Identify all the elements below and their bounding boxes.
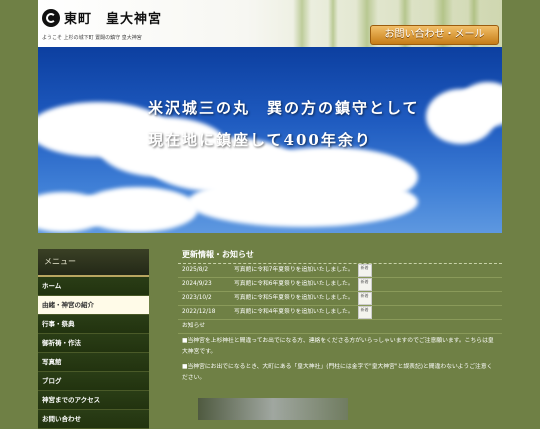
menu-heading: メニュー — [38, 249, 149, 277]
notice-paragraph: ■当神宮にお出でになるとき、大町にある「皇大神社」(門柱には金字で"皇大神宮"と… — [182, 364, 493, 381]
bamboo-decoration — [293, 0, 311, 47]
hero-text-line-1: 米沢城三の丸 巽の方の鎮守として — [148, 99, 420, 117]
new-badge: 新着 — [357, 306, 372, 319]
site-header: 東町 皇大神宮 ようこそ 上杉の城下町 置賜の鎮守 皇大神宮 お問い合わせ・メー… — [38, 0, 502, 47]
contact-button[interactable]: お問い合わせ・メール — [370, 25, 499, 45]
news-link[interactable]: 写真館に令和6年夏祭りを追加いたしました。 — [234, 278, 354, 291]
news-heading: 更新情報・お知らせ — [178, 249, 502, 264]
news-row[interactable]: 2023/10/2 写真館に令和5年夏祭りを追加いたしました。 新着 — [178, 292, 502, 306]
shrine-photo — [198, 398, 348, 420]
news-date: 2024/9/23 — [182, 281, 212, 287]
new-badge: 新着 — [357, 292, 372, 305]
news-row[interactable]: 2025/8/2 写真館に令和7年夏祭りを追加いたしました。 新着 — [178, 264, 502, 278]
hero-banner: 米沢城三の丸 巽の方の鎮守として 現在地に鎮座して400年余り — [38, 47, 502, 233]
site-name: 東町 皇大神宮 — [64, 12, 163, 27]
menu-item-prayer[interactable]: 御祈祷・作法 — [38, 334, 149, 353]
site-tagline: ようこそ 上杉の城下町 置賜の鎮守 皇大神宮 — [42, 35, 142, 41]
notice-heading: お知らせ — [178, 320, 502, 334]
news-row[interactable]: 2024/9/23 写真館に令和6年夏祭りを追加いたしました。 新着 — [178, 278, 502, 292]
menu-item-photos[interactable]: 写真館 — [38, 353, 149, 372]
news-date: 2022/12/18 — [182, 309, 216, 315]
menu-item-home[interactable]: ホーム — [38, 277, 149, 296]
sidebar-menu: メニュー ホーム 由緒・神宮の紹介 行事・祭典 御祈祷・作法 写真館 ブログ 神… — [38, 249, 149, 429]
menu-item-history[interactable]: 由緒・神宮の紹介 — [38, 296, 149, 315]
news-link[interactable]: 写真館に令和4年夏祭りを追加いたしました。 — [234, 306, 354, 319]
tomoe-crest-icon — [42, 8, 60, 27]
new-badge: 新着 — [357, 278, 372, 291]
news-row[interactable]: 2022/12/18 写真館に令和4年夏祭りを追加いたしました。 新着 — [178, 306, 502, 320]
bamboo-decoration — [328, 0, 338, 47]
menu-item-events[interactable]: 行事・祭典 — [38, 315, 149, 334]
new-badge: 新着 — [357, 264, 372, 277]
site-logo[interactable]: 東町 皇大神宮 — [42, 8, 162, 27]
menu-item-access[interactable]: 神宮までのアクセス — [38, 391, 149, 410]
hero-text-line-2: 現在地に鎮座して400年余り — [148, 131, 372, 149]
news-link[interactable]: 写真館に令和7年夏祭りを追加いたしました。 — [234, 264, 354, 277]
menu-item-blog[interactable]: ブログ — [38, 372, 149, 391]
cloud-decoration — [188, 177, 418, 227]
page: 東町 皇大神宮 ようこそ 上杉の城下町 置賜の鎮守 皇大神宮 お問い合わせ・メー… — [38, 0, 502, 429]
news-section: 更新情報・お知らせ 2025/8/2 写真館に令和7年夏祭りを追加いたしました。… — [178, 249, 502, 386]
news-link[interactable]: 写真館に令和5年夏祭りを追加いたしました。 — [234, 292, 354, 305]
notice-paragraph: ■当神宮を上杉神社と間違ってお出でになる方、連絡をくださる方がいらっしゃいますの… — [182, 338, 494, 355]
news-date: 2023/10/2 — [182, 295, 212, 301]
news-date: 2025/8/2 — [182, 267, 209, 273]
